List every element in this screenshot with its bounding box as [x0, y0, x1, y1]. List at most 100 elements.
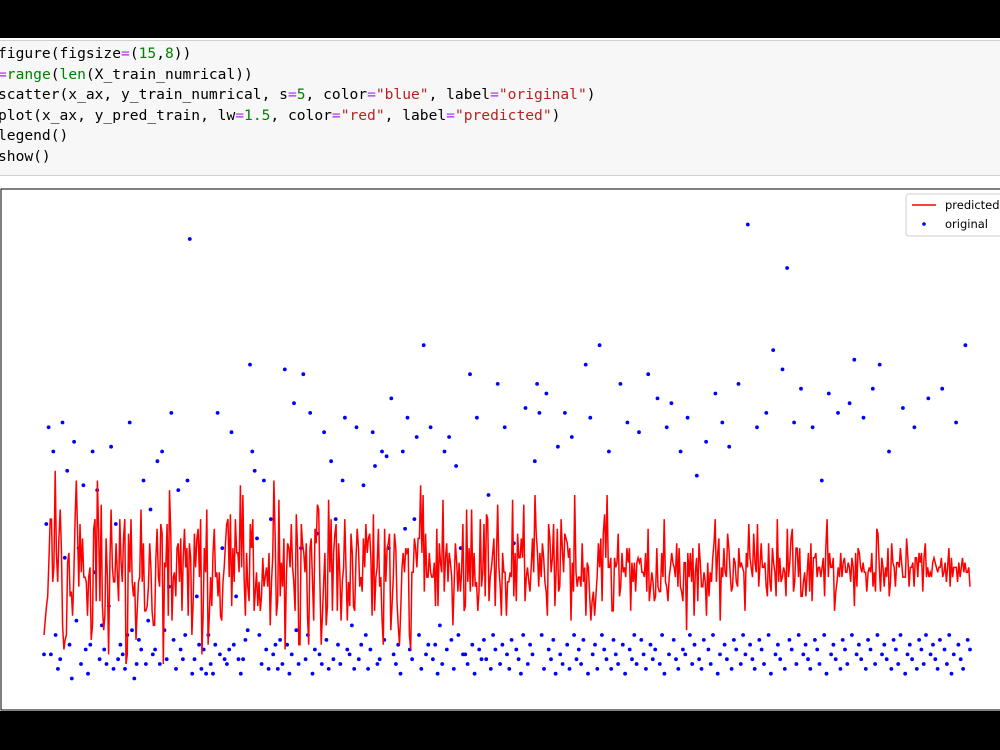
- original-point: [340, 478, 345, 483]
- original-point: [118, 642, 123, 647]
- original-point: [657, 662, 662, 666]
- original-point: [850, 633, 854, 637]
- original-point: [252, 468, 257, 473]
- code-token: =: [287, 86, 297, 104]
- original-point: [275, 667, 280, 671]
- code-cell[interactable]: figure(figsize=(15,8)) =range(len(X_train…: [0, 40, 1000, 176]
- original-point: [74, 618, 79, 623]
- original-point: [183, 633, 188, 637]
- original-point: [419, 667, 424, 671]
- original-point: [86, 671, 90, 676]
- original-point: [664, 425, 669, 430]
- original-point: [319, 662, 324, 666]
- original-point: [905, 652, 910, 657]
- original-point: [424, 652, 428, 657]
- original-point: [759, 647, 764, 652]
- original-point: [370, 430, 375, 435]
- original-point: [926, 396, 931, 401]
- original-point: [525, 662, 530, 666]
- original-point: [368, 647, 373, 652]
- original-point: [46, 425, 51, 430]
- original-point: [211, 671, 215, 676]
- original-point: [130, 628, 134, 633]
- original-point: [838, 667, 843, 671]
- original-point: [181, 657, 185, 662]
- original-point: [333, 517, 338, 521]
- original-point: [463, 652, 468, 657]
- original-point: [257, 633, 262, 637]
- original-point: [479, 657, 484, 662]
- original-point: [486, 493, 491, 497]
- original-point: [139, 647, 144, 652]
- original-point: [331, 657, 336, 662]
- original-point: [519, 671, 523, 676]
- original-point: [509, 638, 514, 642]
- original-point: [813, 638, 817, 642]
- original-point: [248, 362, 252, 367]
- original-point: [782, 667, 787, 671]
- original-point: [632, 633, 637, 637]
- original-point: [243, 638, 248, 642]
- original-point: [313, 647, 317, 652]
- original-point: [194, 594, 199, 599]
- original-point: [965, 638, 970, 642]
- original-point: [958, 657, 963, 662]
- original-point: [806, 657, 810, 662]
- original-point: [597, 343, 602, 348]
- original-point: [769, 671, 773, 676]
- original-point: [683, 652, 688, 657]
- code-token: ): [586, 86, 596, 104]
- original-point: [282, 367, 287, 372]
- original-point: [134, 662, 139, 666]
- original-point: [868, 647, 873, 652]
- code-token: (X_train_numrical)): [85, 65, 253, 83]
- original-point: [366, 667, 370, 671]
- code-line: legend(): [0, 126, 596, 147]
- original-point: [289, 652, 294, 657]
- original-point: [752, 667, 757, 671]
- original-point: [556, 444, 560, 449]
- original-point: [738, 662, 743, 666]
- original-point: [352, 667, 357, 671]
- original-point: [472, 671, 477, 676]
- code-token: )): [173, 45, 192, 62]
- original-point: [329, 459, 333, 464]
- output-area: predicted original: [0, 188, 1000, 711]
- original-point: [694, 473, 699, 478]
- original-point: [810, 425, 815, 430]
- original-point: [394, 662, 398, 666]
- original-point: [178, 647, 183, 652]
- original-point: [845, 662, 850, 666]
- original-point: [715, 671, 720, 676]
- legend-predicted-label: predicted: [945, 198, 1000, 212]
- original-point: [560, 662, 565, 666]
- original-point: [704, 439, 708, 444]
- original-point: [808, 667, 813, 671]
- original-point: [563, 411, 567, 415]
- original-point: [901, 406, 905, 410]
- original-point: [757, 638, 762, 642]
- original-point: [361, 483, 366, 488]
- original-point: [317, 652, 322, 657]
- original-point: [426, 642, 431, 647]
- legend: predicted original: [905, 193, 1000, 237]
- original-point: [796, 633, 801, 637]
- code-token: , color: [305, 86, 368, 104]
- original-point: [785, 266, 789, 270]
- original-point: [482, 638, 486, 642]
- original-point: [824, 671, 829, 676]
- original-point: [822, 633, 827, 637]
- original-point: [62, 555, 67, 560]
- code-token: , label: [428, 86, 491, 104]
- original-point: [780, 367, 785, 372]
- original-point: [292, 401, 296, 406]
- original-point: [898, 633, 903, 637]
- code-editor[interactable]: figure(figsize=(15,8)) =range(len(X_train…: [0, 44, 596, 168]
- original-point: [150, 652, 155, 657]
- original-point: [245, 628, 250, 633]
- original-point: [234, 594, 239, 599]
- code-token: "predicted": [454, 106, 552, 124]
- original-point: [326, 667, 331, 671]
- original-point: [951, 652, 956, 657]
- original-point: [634, 662, 639, 666]
